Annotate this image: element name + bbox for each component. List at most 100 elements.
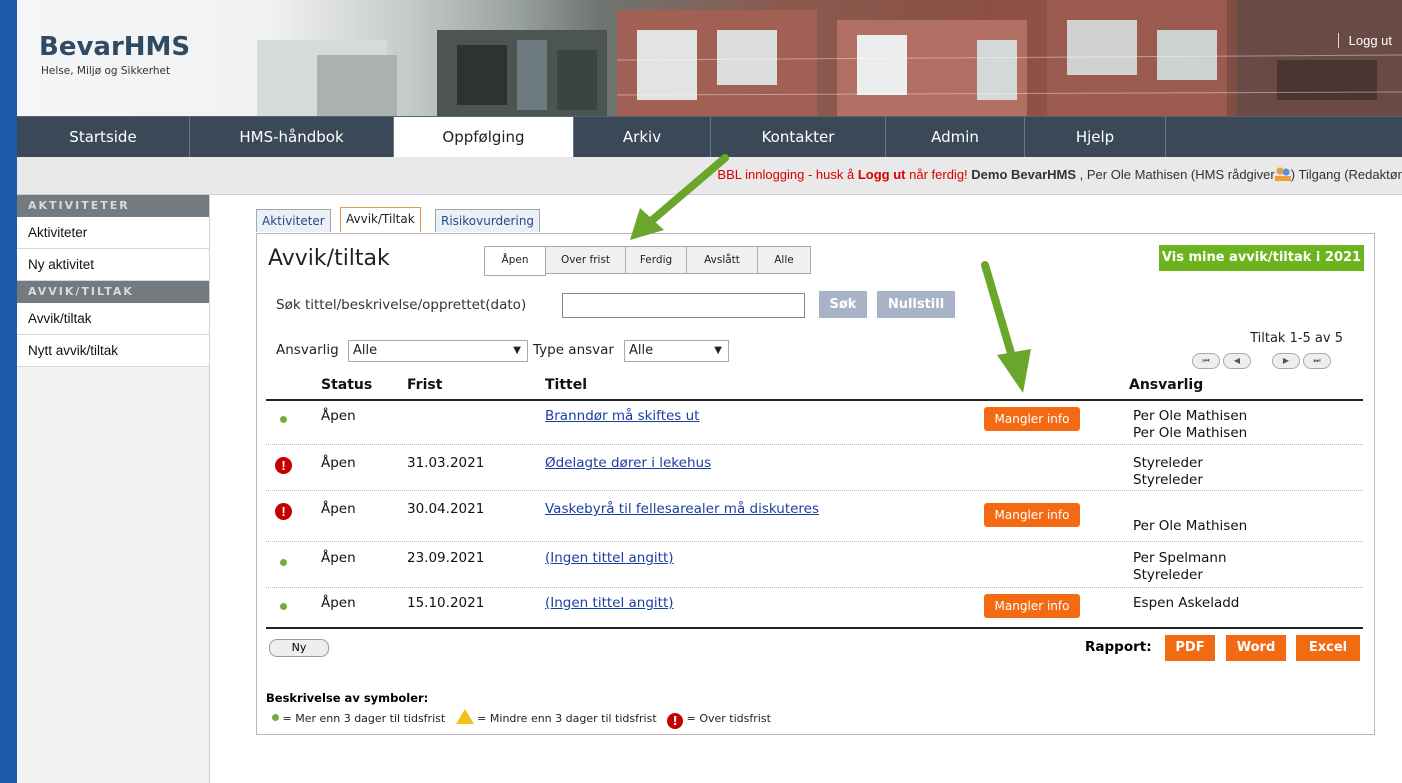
- row-ansvarlig-1: Per Ole Mathisen: [1133, 408, 1248, 424]
- last-page-button[interactable]: ⏭: [1303, 353, 1331, 369]
- excel-button[interactable]: Excel: [1296, 635, 1360, 661]
- nav-admin[interactable]: Admin: [886, 117, 1025, 158]
- chevron-down-icon: ▼: [714, 345, 722, 356]
- overdue-icon: !: [275, 503, 292, 520]
- search-input[interactable]: [562, 293, 805, 318]
- row-ansvarlig-1: Espen Askeladd: [1133, 595, 1240, 611]
- building-photo: [257, 0, 1402, 116]
- mangler-info-button[interactable]: Mangler info: [984, 503, 1080, 527]
- main-nav: Startside HMS-håndbok Oppfølging Arkiv K…: [17, 116, 1402, 158]
- rapport-label: Rapport:: [1085, 639, 1152, 655]
- col-ansvarlig: Ansvarlig: [1129, 377, 1204, 393]
- row-title-link[interactable]: Vaskebyrå til fellesarealer må diskutere…: [545, 501, 819, 517]
- logout-link[interactable]: Logg ut: [1337, 33, 1392, 48]
- table-row: ! Åpen 30.04.2021 Vaskebyrå til fellesar…: [266, 491, 1363, 542]
- first-page-button[interactable]: ⏮: [1192, 353, 1220, 369]
- warning-icon: [455, 709, 474, 724]
- filter-over-frist[interactable]: Over frist: [545, 246, 626, 274]
- sidebar-item-aktiviteter[interactable]: Aktiviteter: [17, 217, 209, 249]
- tab-avvik-tiltak[interactable]: Avvik/Tiltak: [340, 207, 421, 232]
- info-access: ) Tilgang (Redaktør: [1290, 167, 1402, 182]
- left-edge-band: [0, 0, 17, 783]
- mangler-info-button[interactable]: Mangler info: [984, 594, 1080, 618]
- type-ansvar-value: Alle: [629, 343, 654, 358]
- ansvarlig-select[interactable]: Alle ▼: [348, 340, 528, 362]
- filter-alle[interactable]: Alle: [757, 246, 811, 274]
- row-frist: 15.10.2021: [407, 595, 485, 611]
- login-infobar: BBL innlogging - husk å Logg ut når ferd…: [17, 157, 1402, 195]
- row-ansvarlig-2: Styreleder: [1133, 472, 1203, 488]
- green-dot-icon: [280, 603, 287, 610]
- sidebar-item-avvik-tiltak[interactable]: Avvik/tiltak: [17, 303, 209, 335]
- row-status: Åpen: [321, 550, 356, 566]
- info-org: Demo BevarHMS: [971, 167, 1077, 182]
- row-ansvarlig-2: Per Ole Mathisen: [1133, 425, 1248, 441]
- row-title-link[interactable]: Ødelagte dører i lekehus: [545, 455, 711, 471]
- nav-startside[interactable]: Startside: [17, 117, 190, 158]
- type-ansvar-select[interactable]: Alle ▼: [624, 340, 729, 362]
- table-header: Status Frist Tittel Ansvarlig: [266, 371, 1363, 401]
- sidebar-item-nytt-avvik[interactable]: Nytt avvik/tiltak: [17, 335, 209, 367]
- col-status: Status: [321, 377, 373, 393]
- nav-kontakter[interactable]: Kontakter: [711, 117, 886, 158]
- overdue-icon: !: [667, 713, 684, 729]
- nav-hjelp[interactable]: Hjelp: [1025, 117, 1166, 158]
- row-ansvarlig-2: Styreleder: [1133, 567, 1203, 583]
- mangler-info-button[interactable]: Mangler info: [984, 407, 1080, 431]
- row-ansvarlig-2: Per Ole Mathisen: [1133, 518, 1248, 534]
- reset-button[interactable]: Nullstill: [877, 291, 955, 318]
- table-row: Åpen 23.09.2021 (Ingen tittel angitt) Pe…: [266, 542, 1363, 588]
- info-warning-tail: når ferdig!: [905, 167, 972, 182]
- row-status: Åpen: [321, 408, 356, 424]
- table-row: Åpen 15.10.2021 (Ingen tittel angitt) Ma…: [266, 588, 1363, 626]
- legend-title: Beskrivelse av symboler:: [266, 691, 429, 705]
- info-warning: BBL innlogging - husk å: [717, 167, 858, 182]
- prev-page-button[interactable]: ◀: [1223, 353, 1251, 369]
- col-frist: Frist: [407, 377, 443, 393]
- logo-title[interactable]: BevarHMS: [39, 32, 190, 62]
- type-ansvar-label: Type ansvar: [533, 342, 614, 358]
- pdf-button[interactable]: PDF: [1165, 635, 1215, 661]
- users-icon: [1274, 167, 1291, 181]
- row-frist: 30.04.2021: [407, 501, 485, 517]
- row-status: Åpen: [321, 501, 356, 517]
- filter-apen[interactable]: Åpen: [484, 246, 546, 276]
- row-ansvarlig-1: Per Spelmann: [1133, 550, 1227, 566]
- nav-oppfolging[interactable]: Oppfølging: [394, 117, 574, 158]
- legend-warn-text: = Mindre enn 3 dager til tidsfrist: [473, 712, 657, 725]
- word-button[interactable]: Word: [1226, 635, 1286, 661]
- row-title-link[interactable]: (Ingen tittel angitt): [545, 595, 674, 611]
- page-title: Avvik/tiltak: [268, 246, 390, 271]
- legend: = Mer enn 3 dager til tidsfrist = Mindre…: [272, 709, 771, 729]
- ny-button[interactable]: Ny: [269, 639, 329, 657]
- chevron-down-icon: ▼: [513, 345, 521, 356]
- next-page-button[interactable]: ▶: [1272, 353, 1300, 369]
- table-row: ! Åpen 31.03.2021 Ødelagte dører i lekeh…: [266, 445, 1363, 491]
- row-ansvarlig-1: Styreleder: [1133, 455, 1203, 471]
- info-user: , Per Ole Mathisen (HMS rådgiver: [1076, 167, 1275, 182]
- nav-arkiv[interactable]: Arkiv: [574, 117, 711, 158]
- sidebar-item-ny-aktivitet[interactable]: Ny aktivitet: [17, 249, 209, 281]
- table-bottom-rule: [266, 627, 1363, 629]
- row-title-link[interactable]: Branndør må skiftes ut: [545, 408, 699, 424]
- row-frist: 31.03.2021: [407, 455, 485, 471]
- green-dot-icon: [280, 559, 287, 566]
- legend-red-text: = Over tidsfrist: [683, 712, 771, 725]
- show-mine-button[interactable]: Vis mine avvik/tiltak i 2021: [1159, 245, 1364, 271]
- row-title-link[interactable]: (Ingen tittel angitt): [545, 550, 674, 566]
- avvik-panel: Avvik/tiltak Åpen Over frist Ferdig Avsl…: [256, 233, 1375, 735]
- tab-risikovurdering[interactable]: Risikovurdering: [435, 209, 541, 232]
- table-row: Åpen Branndør må skiftes ut Mangler info…: [266, 401, 1363, 445]
- filter-ferdig[interactable]: Ferdig: [625, 246, 687, 274]
- overdue-icon: !: [275, 457, 292, 474]
- row-status: Åpen: [321, 595, 356, 611]
- search-button[interactable]: Søk: [819, 291, 867, 318]
- filter-avslatt[interactable]: Avslått: [686, 246, 758, 274]
- paging-label: Tiltak 1-5 av 5: [1250, 331, 1343, 346]
- green-dot-icon: [280, 416, 287, 423]
- nav-hms-handbok[interactable]: HMS-håndbok: [190, 117, 394, 158]
- tab-aktiviteter[interactable]: Aktiviteter: [256, 209, 331, 232]
- info-logout-link[interactable]: Logg ut: [858, 167, 906, 182]
- ansvarlig-label: Ansvarlig: [276, 342, 339, 358]
- row-frist: 23.09.2021: [407, 550, 485, 566]
